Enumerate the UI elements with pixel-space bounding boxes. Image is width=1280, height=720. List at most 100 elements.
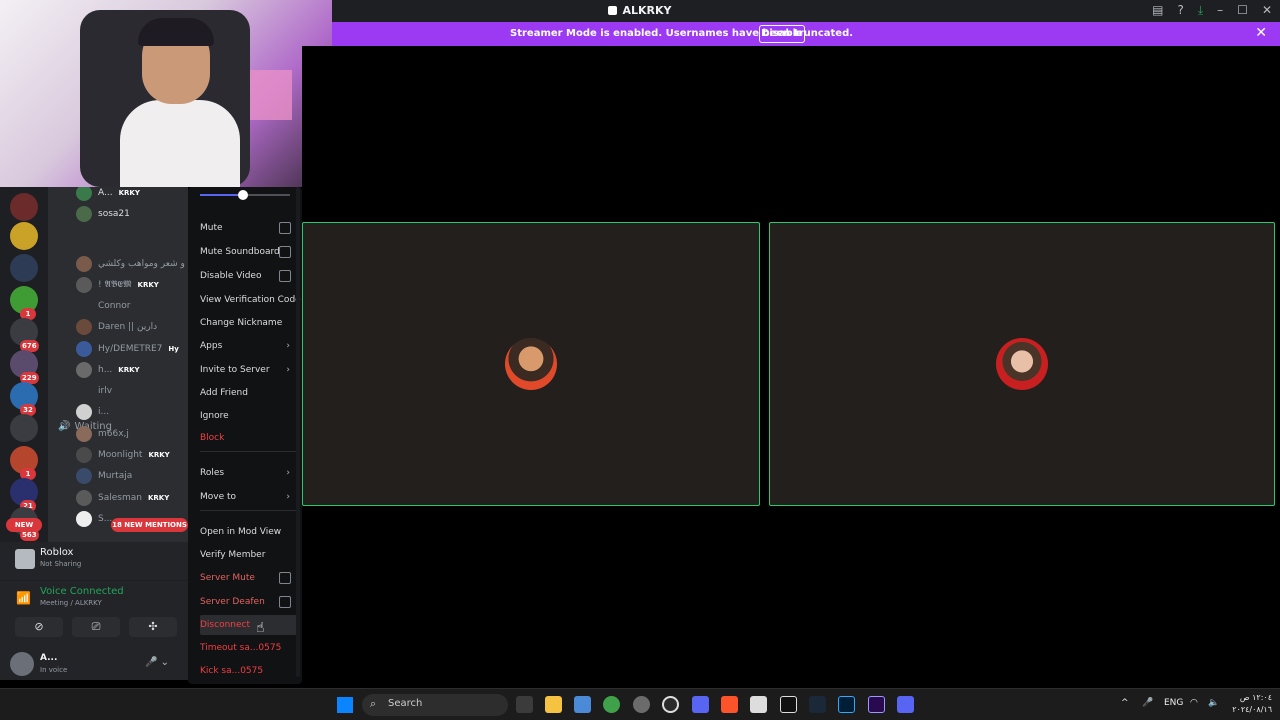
chrome-icon[interactable] [603,696,620,713]
list-item[interactable]: Connor [76,297,130,315]
store-icon[interactable] [574,696,591,713]
list-item[interactable]: ! 𝕬𝕭𝕰𝕸 KRKY [76,276,159,294]
user-status: In voice [40,666,68,674]
menu-item-timeout-sa-0575[interactable]: Timeout sa...0575 [200,638,298,658]
member-list: 🔊Waiting A...KRKYsosa21عجاب و شعر ومواهب… [48,187,188,542]
windows-start-icon[interactable] [337,697,353,713]
list-item[interactable]: Murtaja [76,467,132,485]
checkbox[interactable] [279,222,291,234]
video-tile-2[interactable] [769,222,1275,506]
new-mentions-pill[interactable]: 18 NEW MENTIONS [111,518,188,532]
member-name: Connor [98,301,131,311]
menu-item-roles[interactable]: Roles › [200,463,298,483]
server-icon[interactable]: 676 [10,318,39,352]
help-icon[interactable]: ? [1177,3,1183,18]
server-icon[interactable] [10,414,38,442]
close-window-button[interactable]: ✕ [1262,3,1272,18]
photoshop-icon[interactable] [838,696,855,713]
language-indicator[interactable]: ENG [1164,698,1183,708]
list-item[interactable]: Salesman KRKY [76,489,169,507]
capcut-icon[interactable] [780,696,797,713]
avatar [76,383,92,399]
menu-scrollbar[interactable] [296,187,300,677]
menu-item-verify-member[interactable]: Verify Member [200,545,298,565]
menu-item-mute[interactable]: Mute [200,218,298,238]
steam-icon[interactable] [809,696,826,713]
menu-item-ignore[interactable]: Ignore [200,406,298,426]
menu-item-view-verification-code[interactable]: View Verification Code [200,290,301,310]
list-item[interactable]: m66x,j [76,425,129,443]
list-item[interactable]: Daren || دارين [76,318,157,336]
discord-icon[interactable] [692,696,709,713]
premiere-icon[interactable] [868,696,885,713]
server-icon[interactable]: 32 [10,382,38,416]
server-icon[interactable]: 1 [10,446,38,480]
menu-item-disable-video[interactable]: Disable Video [200,266,298,286]
list-item[interactable]: sosa21 [76,205,130,223]
checkbox[interactable] [279,596,291,608]
checkbox[interactable] [279,246,291,258]
list-item[interactable]: عجاب و شعر ومواهب وكلشي ! [76,255,188,273]
inbox-icon[interactable]: ▤ [1152,3,1163,18]
microphone-icon[interactable]: 🎤 ⌄ [145,657,169,668]
voice-status[interactable]: Voice Connected [40,586,124,597]
menu-item-kick-sa-0575[interactable]: Kick sa...0575 [200,661,298,681]
menu-item-add-friend[interactable]: Add Friend [200,383,298,403]
server-icon[interactable]: 21 [10,478,38,512]
video-tile-1[interactable] [302,222,760,506]
signal-icon[interactable]: 📶 [16,591,31,605]
member-name: عجاب و شعر ومواهب وكلشي ! [98,259,188,269]
maximize-button[interactable]: ☐ [1237,3,1248,18]
menu-item-server-deafen[interactable]: Server Deafen [200,592,298,612]
activities-button[interactable]: ✣ [129,617,177,637]
file-explorer-icon[interactable] [545,696,562,713]
voice-location[interactable]: Meeting / ALKRKY [40,599,102,607]
server-icon[interactable] [10,222,38,250]
taskbar-search[interactable]: ⌕ Search [362,694,508,716]
new-pill[interactable]: NEW [6,518,42,532]
disable-streamer-mode-button[interactable]: Disable [759,25,805,43]
avatar[interactable] [10,652,34,676]
task-view-icon[interactable] [516,696,533,713]
list-item[interactable]: Moonlight KRKY [76,446,170,464]
camera-off-button[interactable]: ⊘ [15,617,63,637]
list-item[interactable]: Hy/DEMETRE7 Hy [76,340,179,358]
menu-item-move-to[interactable]: Move to › [200,487,298,507]
chevron-up-icon[interactable]: ^ [1121,698,1129,708]
menu-item-open-in-mod-view[interactable]: Open in Mod View [200,522,298,542]
volume-icon[interactable]: 🔈 [1208,698,1219,708]
close-banner-icon[interactable]: ✕ [1255,25,1267,41]
server-icon[interactable]: 1 [10,286,38,320]
list-item[interactable]: irlv [76,382,112,400]
app-icon[interactable] [750,696,767,713]
list-item[interactable]: i... [76,403,109,421]
volume-slider-handle[interactable] [238,190,249,200]
menu-item-mute-soundboard[interactable]: Mute Soundboard [200,242,298,262]
list-item[interactable]: S... [76,510,112,528]
download-icon[interactable]: ⤓ [1198,3,1203,18]
list-item[interactable]: h... KRKY [76,361,140,379]
screen-share-button[interactable]: ⎚ [72,617,120,637]
obs-icon[interactable] [662,696,679,713]
menu-item-apps[interactable]: Apps › [200,336,298,356]
menu-item-server-mute[interactable]: Server Mute [200,568,298,588]
checkbox[interactable] [279,572,291,584]
checkbox[interactable] [279,270,291,282]
discord-ptb-icon[interactable] [897,696,914,713]
server-icon[interactable] [10,254,38,282]
server-icon[interactable] [10,193,38,221]
menu-item-block[interactable]: Block [200,428,298,448]
list-item[interactable]: A... KRKY [76,187,140,202]
menu-item-invite-to-server[interactable]: Invite to Server › [200,360,298,380]
microphone-icon[interactable]: 🎤 [1142,698,1153,708]
taskbar-clock[interactable]: ١٢:٠٤ ص ٢٠٢٤/٠٨/١٦ [1226,692,1272,716]
steam-helper-icon[interactable] [633,696,650,713]
menu-item-disconnect[interactable]: Disconnect [200,615,298,635]
server-icon[interactable]: 229 [10,350,39,384]
brave-icon[interactable] [721,696,738,713]
volume-slider-fill [200,194,244,196]
minimize-button[interactable]: – [1217,3,1223,18]
wifi-icon[interactable]: ◠ [1190,698,1198,708]
menu-item-change-nickname[interactable]: Change Nickname [200,313,298,333]
user-name: A... [40,653,58,663]
